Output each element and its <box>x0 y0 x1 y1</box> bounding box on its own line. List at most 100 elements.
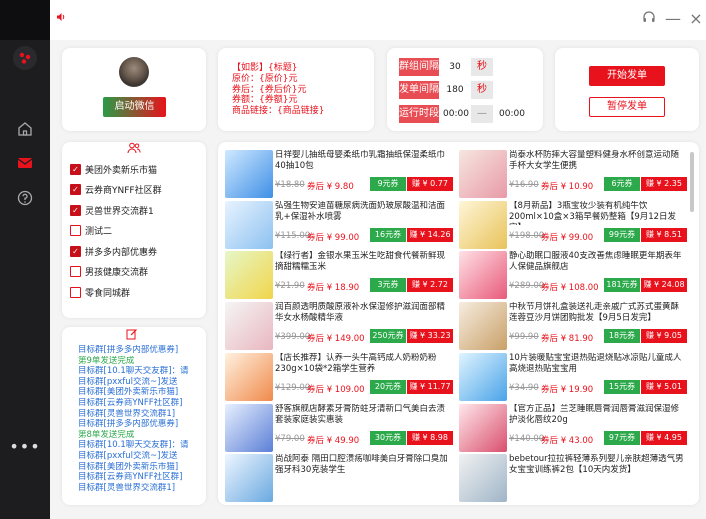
original-price: ¥34.90 <box>509 382 539 393</box>
coupon-price: 券后 ¥ 81.90 <box>541 334 594 345</box>
avatar <box>119 57 149 87</box>
group-item[interactable]: ✓ 云券商YNFF社区群 <box>70 181 162 199</box>
minimize-icon[interactable]: — <box>664 10 682 28</box>
group-checkbox[interactable] <box>70 286 81 298</box>
product-item[interactable]: 润百颜透明质酸原液补水保湿修护滋润面部精华女水杨酸精华液 ¥399.00 券后 ¥ … <box>225 302 454 351</box>
group-checkbox[interactable]: ✓ <box>70 204 81 216</box>
product-item[interactable]: 【绿行者】金银水果玉米生吃甜食代餐新鲜现摘甜糯糯玉米 ¥21.90 券后 ¥ 18.… <box>225 251 454 300</box>
pause-send-button[interactable]: 暂停发单 <box>589 97 665 117</box>
close-icon[interactable]: × <box>687 10 705 28</box>
product-item[interactable]: 舒客旗舰店酵素牙膏防蛀牙清新口气美白去渍套装家庭装实惠装 ¥79.00 券后 ¥ 4… <box>225 403 454 453</box>
coupon-price: 券后 ¥ 43.00 <box>541 435 594 446</box>
group-interval-unit: 秒 <box>471 58 493 76</box>
product-title: 弘强生物安迪苗糖尿病洗面奶玻尿酸温和洁面乳+保湿补水喷雾 <box>275 200 446 222</box>
group-item[interactable]: ✓ 灵兽世界交流群1 <box>70 201 154 219</box>
product-thumb <box>459 403 507 452</box>
title-bar: — × <box>50 0 706 40</box>
group-interval-label: 群组间隔 <box>399 58 439 76</box>
send-interval-unit: 秒 <box>471 81 493 99</box>
group-label: 测试二 <box>85 227 113 237</box>
groups-card: ✓ 美团外卖新乐市猫 ✓ 云券商YNFF社区群 ✓ 灵兽世界交流群1 测试二 ✓ 拼多多内部优惠… <box>62 142 206 318</box>
coupon-badge: 181元券 <box>604 278 640 293</box>
product-item[interactable]: 日祥婴儿抽纸母婴柔纸巾乳霜抽纸保湿柔纸巾40抽10包 ¥18.80 券后 ¥ 9.8… <box>225 150 454 199</box>
send-interval-input[interactable]: 180 <box>443 81 467 99</box>
product-item[interactable]: 弘强生物安迪苗糖尿病洗面奶玻尿酸温和洁面乳+保湿补水喷雾 ¥115.00 券后 ¥ … <box>225 200 454 250</box>
coupon-price: 券后 ¥ 99.00 <box>307 232 360 243</box>
group-label: 拼多多内部优惠券 <box>85 247 158 258</box>
send-interval-label: 发单间隔 <box>399 81 439 99</box>
product-thumb <box>225 403 273 452</box>
product-thumb <box>225 302 273 351</box>
group-item[interactable]: 测试二 <box>70 222 112 240</box>
log-line: 目标群[云券商YNFF社区群] <box>78 397 183 408</box>
log-list: 目标群[拼多多内部优惠券] 第9单发送完成 目标群[10.1聊天交友群]：请 目标群[… <box>78 345 202 493</box>
group-item[interactable]: 零食同城群 <box>70 283 130 301</box>
original-price: ¥399.00 <box>275 332 311 343</box>
earn-badge: 赚 ¥ 2.35 <box>641 177 687 191</box>
product-item[interactable]: 中秋节月饼礼盒装送礼走亲戚广式苏式蛋黄酥莲蓉豆沙月饼团购批发【9月5日发完】 ¥9… <box>459 302 688 351</box>
product-item[interactable]: 尚战阿泰 隔田口腔溃疡咖啡美白牙膏除口臭加强牙科30克装学生 <box>225 454 454 503</box>
group-label: 云券商YNFF社区群 <box>85 186 162 196</box>
log-line: 目标群[灵兽世界交流群1] <box>78 482 176 493</box>
group-checkbox[interactable] <box>70 266 81 277</box>
template-line: 【如影】{标题} <box>232 63 298 73</box>
coupon-badge: 30元券 <box>370 430 406 445</box>
run-time-end[interactable]: 00:00 <box>499 105 525 123</box>
coupon-price: 券后 ¥ 108.00 <box>541 283 599 294</box>
product-item[interactable]: 【8月新品】3瓶宝妆少装有机纯牛饮200ml×10盒×3箱早餐奶整箱【9月12日… <box>459 200 688 250</box>
product-title: 润百颜透明质酸原液补水保湿修护滋润面部精华女水杨酸精华液 <box>275 302 446 324</box>
products-card: 日祥婴儿抽纸母婴柔纸巾乳霜抽纸保湿柔纸巾40抽10包 ¥18.80 券后 ¥ 9.8… <box>218 142 699 505</box>
original-price: ¥18.80 <box>275 180 305 190</box>
coupon-price: 券后 ¥ 149.00 <box>307 334 365 345</box>
group-label: 男孩健康交流群 <box>85 268 149 278</box>
group-checkbox[interactable]: ✓ <box>70 245 81 257</box>
template-line: 商品链接：{商品链接} <box>232 106 325 117</box>
product-item[interactable]: 【官方正品】兰芝睡眠唇膏润唇膏滋润保湿修护淡化唇纹20g ¥140.00 券后 ¥ … <box>459 403 688 453</box>
group-checkbox[interactable] <box>70 225 81 236</box>
log-line: 目标群[pxxful交流~]发送 <box>78 376 178 387</box>
logo-icon[interactable] <box>13 46 37 70</box>
product-item[interactable]: bebetour拉拉裤轻薄系列婴儿亲肤超薄透气男女宝宝训练裤2包【10天内发货】 <box>459 454 688 503</box>
original-price: ¥115.00 <box>275 230 311 241</box>
coupon-badge: 9元券 <box>370 177 406 191</box>
group-checkbox[interactable]: ✓ <box>70 163 81 175</box>
original-price: ¥289.00 <box>509 281 545 292</box>
group-item[interactable]: 男孩健康交流群 <box>70 263 148 281</box>
original-price: ¥129.00 <box>275 382 311 393</box>
product-item[interactable]: 10片装暖贴宝宝退热贴退烧贴冰凉贴儿童成人高烧退热贴宝宝用 ¥34.90 券后 ¥ … <box>459 352 688 402</box>
home-icon[interactable] <box>13 117 37 141</box>
group-item[interactable]: ✓ 拼多多内部优惠券 <box>70 242 157 260</box>
products-scrollbar[interactable] <box>690 152 694 212</box>
account-card: 启动微信 <box>62 48 206 131</box>
earn-badge: 赚 ¥ 4.95 <box>641 430 687 445</box>
headset-icon[interactable] <box>640 10 658 28</box>
product-item[interactable]: 尚泰水杯防摔大容量塑料健身水杯创意运动随手杯大女学生便携 ¥16.90 券后 ¥ 1… <box>459 150 688 199</box>
product-item[interactable]: 静心助眠口服液40支改善焦虑睡眠更年期表年人保健品旗舰店 ¥289.00 券后 ¥ … <box>459 251 688 300</box>
help-icon[interactable] <box>13 186 37 210</box>
original-price: ¥140.00 <box>509 433 545 444</box>
mail-icon[interactable] <box>13 151 37 175</box>
coupon-badge: 6元券 <box>604 177 640 191</box>
start-send-button[interactable]: 开始发单 <box>589 66 665 86</box>
coupon-badge: 18元券 <box>604 329 640 344</box>
group-label: 零食同城群 <box>85 288 131 299</box>
log-line: 目标群[美团外卖新乐市猫] <box>78 387 179 398</box>
product-thumb <box>459 251 507 300</box>
group-label: 美团外卖新乐市猫 <box>85 165 158 176</box>
group-interval-input[interactable]: 30 <box>443 58 467 76</box>
product-thumb <box>459 150 507 198</box>
log-line: 目标群[灵兽世界交流群1] <box>78 408 176 419</box>
run-time-start[interactable]: 00:00 <box>443 105 469 123</box>
template-line: 券额：{券额}元 <box>232 95 298 106</box>
product-thumb <box>225 352 273 401</box>
group-checkbox[interactable]: ✓ <box>70 184 81 195</box>
more-icon[interactable]: ••• <box>9 434 39 458</box>
group-item[interactable]: ✓ 美团外卖新乐市猫 <box>70 160 157 178</box>
launch-wechat-button[interactable]: 启动微信 <box>103 97 166 117</box>
sound-icon[interactable] <box>56 12 66 25</box>
product-item[interactable]: 【店长推荐】认养一头牛高钙成人奶粉奶粉230g×10袋*2箱学生营养 ¥129.0… <box>225 352 454 402</box>
template-line: 原价：{原价}元 <box>232 73 298 84</box>
group-interval-row: 群组间隔 30 秒 <box>399 58 529 76</box>
product-thumb <box>459 352 507 401</box>
template-text[interactable]: 【如影】{标题} 原价：{原价}元 券后：{券后价}元 券额：{券额}元 商品链… <box>232 63 324 117</box>
